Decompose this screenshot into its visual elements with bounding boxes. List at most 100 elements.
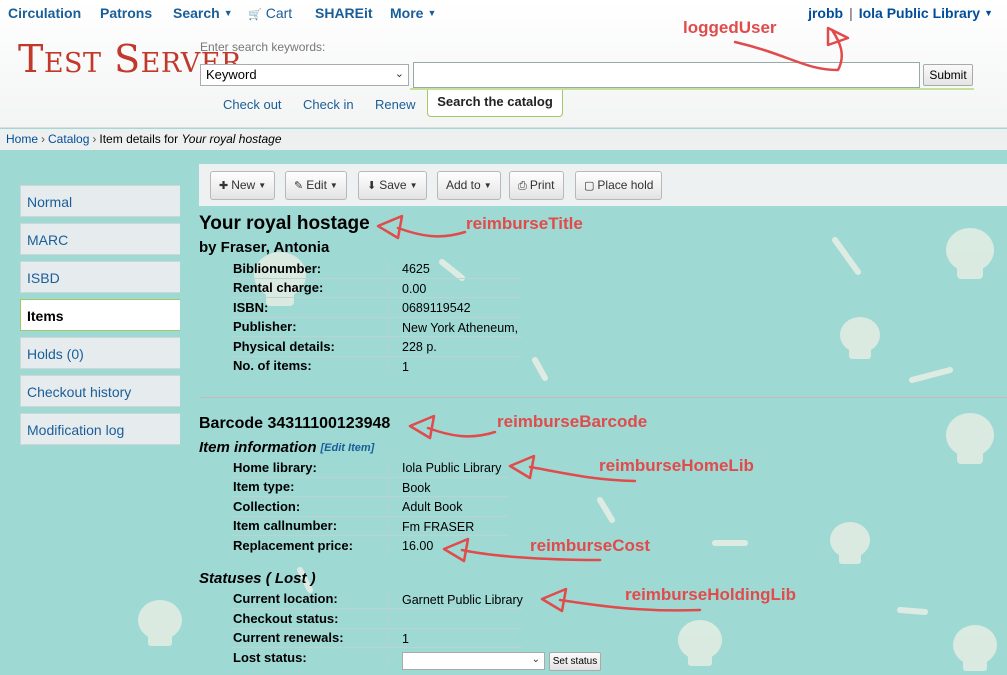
field-separator xyxy=(388,539,389,553)
menu-item-items[interactable]: Items xyxy=(20,299,180,331)
edit-button-label: Edit xyxy=(306,178,327,192)
field-separator xyxy=(388,282,389,296)
item-information-label: Item information xyxy=(199,439,317,456)
bone-icon xyxy=(832,237,861,275)
save-button[interactable]: ⬇ Save ▼ xyxy=(358,171,427,200)
field-label-publisher: Publisher: xyxy=(233,319,297,334)
printer-icon: ⎙ xyxy=(518,180,527,192)
field-value-physical-details: 228 p. xyxy=(402,340,437,354)
menu-item-modification-log[interactable]: Modification log xyxy=(20,413,180,445)
field-separator xyxy=(388,632,389,646)
breadcrumb-current-prefix: Item details for xyxy=(99,132,179,146)
skull-icon xyxy=(946,228,994,279)
nav-circulation[interactable]: Circulation xyxy=(8,5,81,21)
catalog-toolbar: ✚ New ▼ ✎ Edit ▼ ⬇ Save ▼ Add to ▼ ⎙ Print ▢ Plac… xyxy=(199,164,1007,206)
bone-icon xyxy=(597,497,615,523)
row-divider xyxy=(232,336,522,337)
field-value-biblionumber: 4625 xyxy=(402,262,430,276)
library-menu[interactable]: Iola Public Library ▼ xyxy=(859,5,993,21)
menu-item-normal[interactable]: Normal xyxy=(20,185,180,217)
nav-shareit[interactable]: SHAREit xyxy=(315,5,373,21)
field-value-number-of-items: 1 xyxy=(402,360,409,374)
nav-cart[interactable]: 🛒 Cart xyxy=(248,5,292,21)
skull-icon xyxy=(946,413,994,464)
chevron-down-icon: ⌄ xyxy=(394,68,404,80)
user-nav: jrobb | Iola Public Library ▼ xyxy=(808,5,993,21)
tab-renew[interactable]: Renew xyxy=(375,97,415,112)
logged-user-link[interactable]: jrobb xyxy=(808,5,843,21)
item-information-heading: Item information [Edit Item] xyxy=(199,439,374,456)
field-value-rental-charge: 0.00 xyxy=(402,282,427,296)
caret-down-icon: ▼ xyxy=(223,8,233,18)
field-label-home-library: Home library: xyxy=(233,460,317,475)
field-value-item-callnumber: Fm FRASER xyxy=(402,520,475,534)
search-type-select[interactable]: Keyword ⌄ xyxy=(200,64,409,86)
nav-patrons[interactable]: Patrons xyxy=(100,5,152,21)
tab-check-in[interactable]: Check in xyxy=(303,97,354,112)
tab-search-catalog[interactable]: Search the catalog xyxy=(427,90,563,117)
field-label-lost-status: Lost status: xyxy=(233,650,307,665)
menu-item-isbd[interactable]: ISBD xyxy=(20,261,180,293)
field-value-home-library: Iola Public Library xyxy=(402,461,502,475)
caret-down-icon: ▼ xyxy=(329,181,338,190)
field-value-item-type: Book xyxy=(402,481,431,495)
bone-icon xyxy=(909,367,953,383)
menu-item-marc[interactable]: MARC xyxy=(20,223,180,255)
annotation-reimburse-holding-lib: reimburseHoldingLib xyxy=(625,585,796,604)
annotation-reimburse-cost: reimburseCost xyxy=(530,536,650,555)
field-label-checkout-status: Checkout status: xyxy=(233,611,339,626)
field-label-current-location: Current location: xyxy=(233,591,338,606)
caret-down-icon: ▼ xyxy=(483,181,492,190)
skull-icon xyxy=(830,522,870,564)
item-barcode-heading: Barcode 34311100123948 xyxy=(199,415,391,432)
field-value-current-location: Garnett Public Library xyxy=(402,593,523,607)
annotation-reimburse-home-lib: reimburseHomeLib xyxy=(599,456,754,475)
field-separator xyxy=(388,593,389,607)
row-divider xyxy=(232,496,508,497)
field-separator xyxy=(388,321,389,335)
skull-icon xyxy=(678,620,722,666)
edit-button[interactable]: ✎ Edit ▼ xyxy=(285,171,347,200)
field-separator xyxy=(388,612,389,626)
sticky-note-icon: ▢ xyxy=(584,180,595,192)
nav-more-menu[interactable]: More ▼ xyxy=(390,5,436,21)
lost-status-select[interactable]: ⌄ xyxy=(402,652,545,670)
user-nav-separator: | xyxy=(849,5,853,21)
menu-item-holds[interactable]: Holds (0) xyxy=(20,337,180,369)
field-label-item-callnumber: Item callnumber: xyxy=(233,518,338,533)
nav-search-menu[interactable]: Search ▼ xyxy=(173,5,233,21)
add-to-button-label: Add to xyxy=(446,178,481,192)
nav-more-label: More xyxy=(390,5,424,21)
set-status-button[interactable]: Set status xyxy=(549,652,601,671)
statuses-heading: Statuses ( Lost ) xyxy=(199,570,316,587)
section-divider xyxy=(199,397,1007,398)
search-input[interactable] xyxy=(413,62,920,88)
place-hold-button[interactable]: ▢ Place hold xyxy=(575,171,663,200)
breadcrumb-current-title: Your royal hostage xyxy=(181,132,282,146)
caret-down-icon: ▼ xyxy=(984,8,993,18)
new-button-label: New xyxy=(231,178,256,192)
field-label-isbn: ISBN: xyxy=(233,300,269,315)
row-divider xyxy=(232,628,522,629)
field-label-physical-details: Physical details: xyxy=(233,339,335,354)
bone-icon xyxy=(439,259,465,281)
bone-icon xyxy=(897,607,928,615)
tab-check-out[interactable]: Check out xyxy=(223,97,282,112)
print-button-label: Print xyxy=(529,178,555,192)
chevron-down-icon: ⌄ xyxy=(531,654,540,665)
edit-item-link[interactable]: [Edit Item] xyxy=(321,442,375,454)
field-label-rental-charge: Rental charge: xyxy=(233,280,324,295)
new-button[interactable]: ✚ New ▼ xyxy=(210,171,276,200)
menu-item-checkout-history[interactable]: Checkout history xyxy=(20,375,180,407)
record-view-menu: Normal MARC ISBD Items Holds (0) Checkou… xyxy=(20,185,180,451)
skull-icon xyxy=(138,600,182,646)
field-value-isbn: 0689119542 xyxy=(402,301,471,315)
cart-icon: 🛒 xyxy=(248,9,262,21)
breadcrumb-home[interactable]: Home xyxy=(6,132,38,146)
field-label-current-renewals: Current renewals: xyxy=(233,630,344,645)
field-label-item-type: Item type: xyxy=(233,479,295,494)
print-button[interactable]: ⎙ Print xyxy=(509,171,564,200)
breadcrumb-catalog[interactable]: Catalog xyxy=(48,132,89,146)
add-to-button[interactable]: Add to ▼ xyxy=(437,171,501,200)
search-submit-button[interactable]: Submit xyxy=(923,64,973,86)
